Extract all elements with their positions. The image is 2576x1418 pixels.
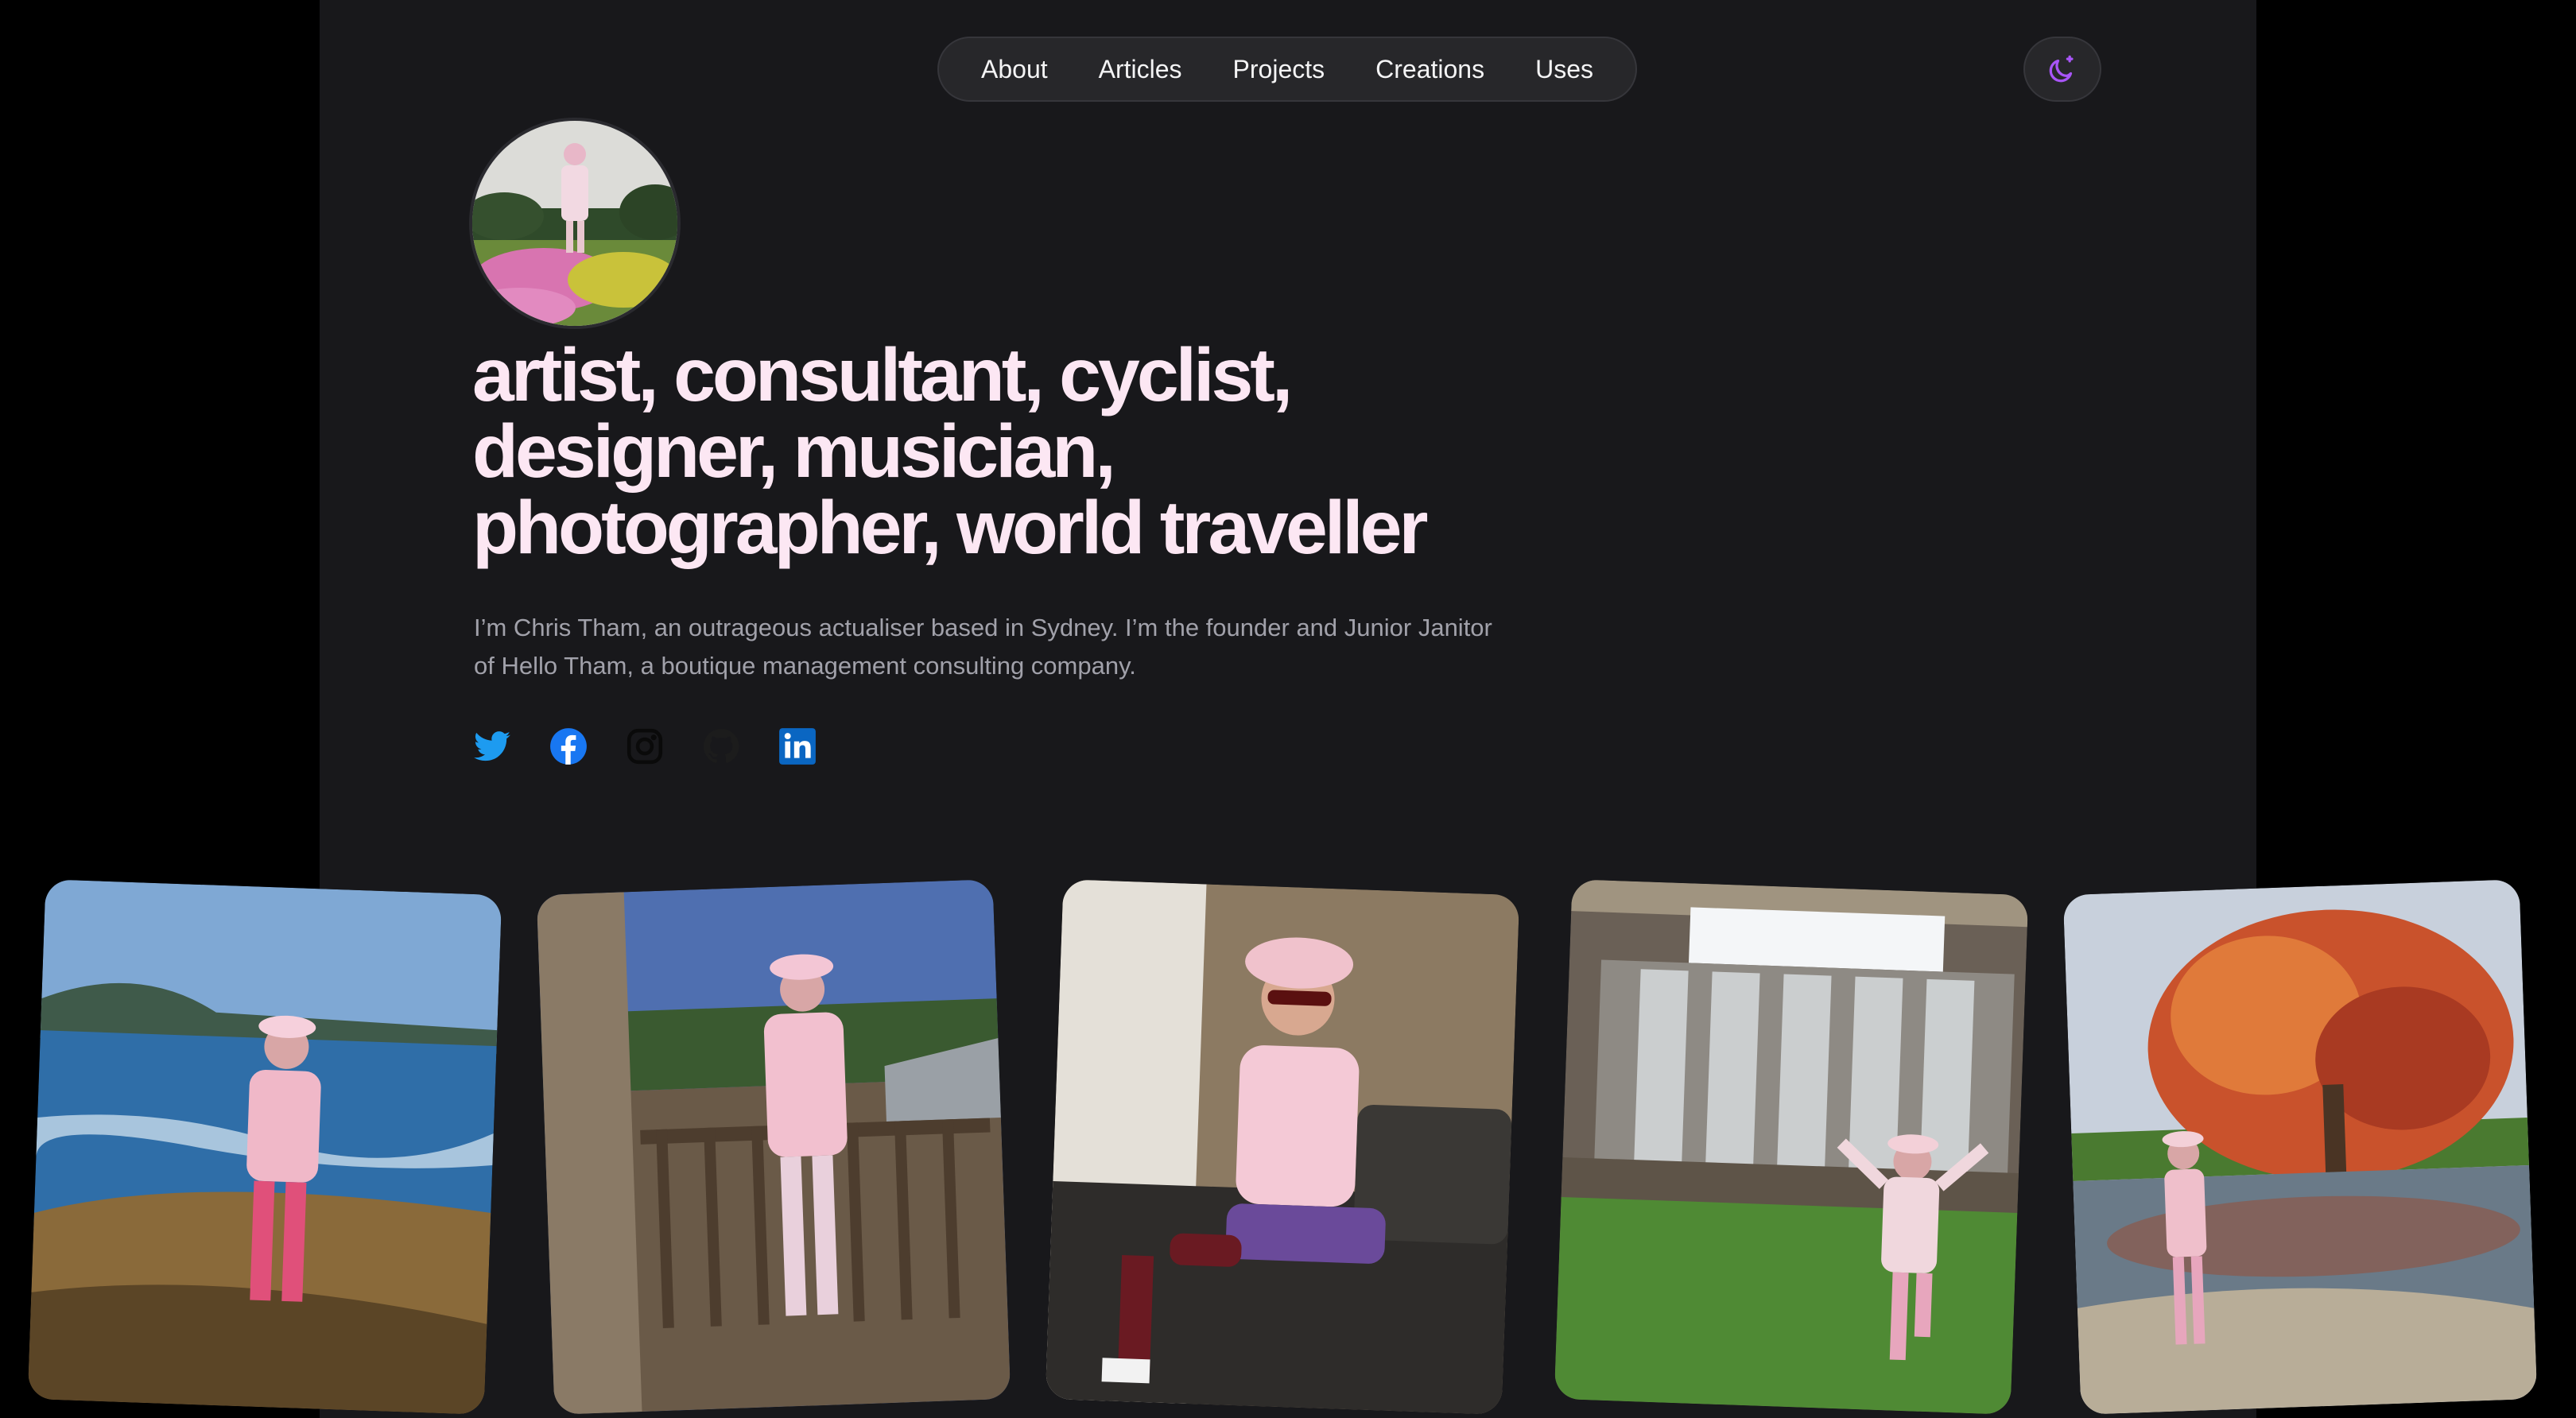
avatar bbox=[472, 121, 677, 326]
twitter-icon bbox=[474, 731, 510, 761]
social-links bbox=[472, 726, 817, 766]
photo-autumn-tree bbox=[2062, 879, 2538, 1415]
github-icon bbox=[703, 729, 739, 763]
instagram-link[interactable] bbox=[625, 726, 665, 766]
intro-text: I’m Chris Tham, an outrageous actualiser… bbox=[474, 614, 1492, 680]
photo-wooden-deck bbox=[536, 879, 1011, 1415]
nav-creations[interactable]: Creations bbox=[1375, 55, 1484, 84]
theme-toggle-button[interactable] bbox=[2023, 37, 2101, 102]
photo-coastal-rocks bbox=[27, 879, 502, 1415]
page-title: artist, consultant, cyclist, designer, m… bbox=[472, 333, 1428, 570]
facebook-icon bbox=[550, 728, 587, 765]
github-link[interactable] bbox=[701, 726, 741, 766]
photo-couch bbox=[1045, 879, 1520, 1415]
photo-waterfall bbox=[1554, 879, 2029, 1415]
facebook-link[interactable] bbox=[549, 726, 588, 766]
moon-sparkle-icon bbox=[2049, 55, 2074, 83]
nav-projects[interactable]: Projects bbox=[1233, 55, 1325, 84]
instagram-icon bbox=[627, 728, 663, 765]
nav-articles[interactable]: Articles bbox=[1099, 55, 1182, 84]
twitter-link[interactable] bbox=[472, 726, 512, 766]
main-nav: About Articles Projects Creations Uses bbox=[937, 37, 1637, 102]
nav-uses[interactable]: Uses bbox=[1535, 55, 1593, 84]
nav-about[interactable]: About bbox=[981, 55, 1048, 84]
linkedin-icon bbox=[779, 728, 816, 765]
linkedin-link[interactable] bbox=[778, 726, 817, 766]
